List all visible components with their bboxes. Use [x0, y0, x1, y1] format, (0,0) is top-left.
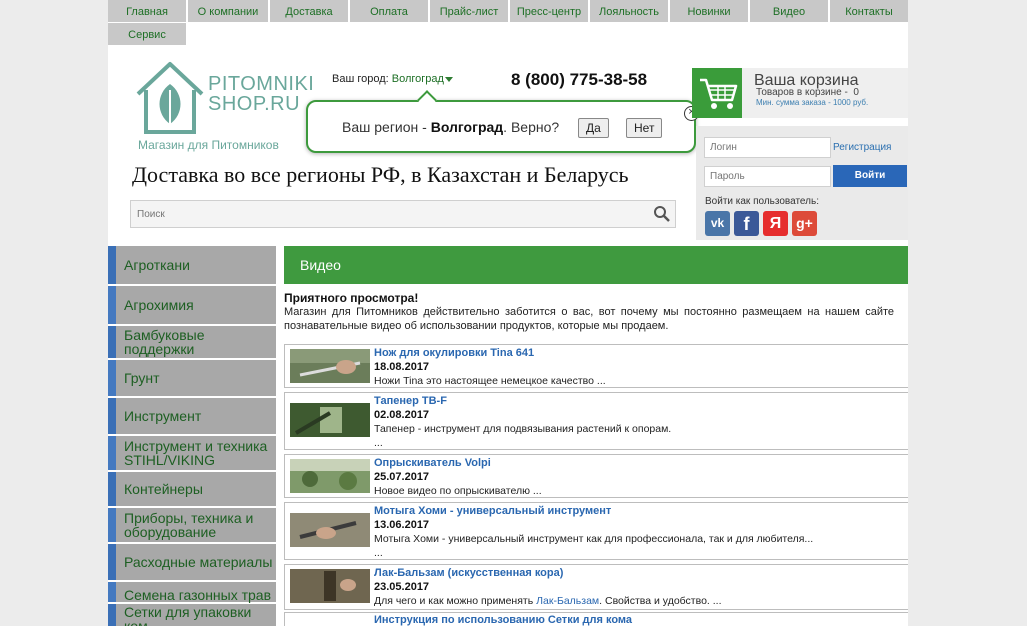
- city-label: Ваш город:: [332, 73, 389, 85]
- house-leaf-logo-icon: [136, 62, 204, 134]
- login-field[interactable]: [704, 137, 831, 158]
- region-question-suffix: . Верно?: [503, 119, 560, 135]
- cart-count-line: Товаров в корзине - 0: [756, 87, 859, 98]
- nav-new-items[interactable]: Новинки: [670, 0, 748, 22]
- site-logo[interactable]: PITOMNIKI SHOP.RU Магазин для Питомников: [134, 60, 314, 152]
- video-list-item: Лак-Бальзам (искусственная кора) 23.05.2…: [284, 564, 908, 610]
- city-value[interactable]: Волгоград: [392, 73, 444, 85]
- phone-number[interactable]: 8 (800) 775-38-58: [511, 70, 647, 90]
- video-list-item: Нож для окулировки Tina 641 18.08.2017 Н…: [284, 344, 908, 388]
- top-navigation: Главная О компании Доставка Оплата Прайс…: [108, 0, 908, 46]
- google-plus-icon[interactable]: g+: [792, 211, 817, 236]
- region-question: Ваш регион - Волгоград. Верно?: [342, 119, 559, 135]
- video-title-link[interactable]: Мотыга Хоми - универсальный инструмент: [374, 505, 611, 517]
- video-thumbnail[interactable]: [290, 513, 370, 547]
- video-description: Для чего и как можно применять Лак-Бальз…: [374, 595, 722, 607]
- city-selector[interactable]: Ваш город: Волгоград: [332, 73, 453, 85]
- sidebar-item-agrotextiles[interactable]: Агроткани: [108, 246, 276, 284]
- logo-line-1: PITOMNIKI: [208, 73, 315, 95]
- register-link[interactable]: Регистрация: [833, 142, 891, 153]
- nav-press-center[interactable]: Пресс-центр: [510, 0, 588, 22]
- video-thumbnail[interactable]: [290, 569, 370, 603]
- video-list-item: Инструкция по использованию Сетки для ко…: [284, 612, 908, 626]
- region-name: Волгоград: [430, 119, 504, 135]
- region-question-prefix: Ваш регион -: [342, 119, 431, 135]
- video-date: 25.07.2017: [374, 471, 430, 483]
- sidebar-item-stihl-viking[interactable]: Инструмент и техника STIHL/VIKING: [108, 436, 276, 470]
- cart-min-order: Мин. сумма заказа - 1000 руб.: [756, 98, 869, 107]
- video-more: ...: [374, 547, 383, 559]
- nav-contacts[interactable]: Контакты: [830, 0, 908, 22]
- video-description-text: Для чего и как можно применять: [374, 595, 537, 607]
- cart-icon-container[interactable]: [692, 68, 742, 118]
- video-title-link[interactable]: Тапенер TB-F: [374, 395, 447, 407]
- nav-service[interactable]: Сервис: [108, 23, 186, 45]
- video-date: 13.06.2017: [374, 519, 430, 531]
- logo-line-2: SHOP.RU: [208, 93, 301, 115]
- search-icon[interactable]: [653, 205, 671, 223]
- logo-wordmark: PITOMNIKI SHOP.RU: [208, 74, 314, 114]
- nav-home[interactable]: Главная: [108, 0, 186, 22]
- video-date: 02.08.2017: [374, 409, 430, 421]
- cart-widget[interactable]: Ваша корзина Товаров в корзине - 0 Мин. …: [692, 68, 908, 118]
- logo-subtitle: Магазин для Питомников: [138, 138, 279, 152]
- intro-text: Магазин для Питомников действительно заб…: [284, 306, 894, 332]
- sidebar-item-bamboo-supports[interactable]: Бамбуковые поддержки: [108, 326, 276, 358]
- video-title-link[interactable]: Нож для окулировки Tina 641: [374, 347, 534, 359]
- yandex-icon[interactable]: Я: [763, 211, 788, 236]
- page: Главная О компании Доставка Оплата Прайс…: [108, 0, 908, 626]
- sidebar-item-soil[interactable]: Грунт: [108, 360, 276, 396]
- nav-payment[interactable]: Оплата: [350, 0, 428, 22]
- cart-count-value: 0: [853, 87, 859, 98]
- video-description: Ножи Tina это настоящее немецкое качеств…: [374, 375, 606, 387]
- video-list-item: Мотыга Хоми - универсальный инструмент 1…: [284, 502, 908, 560]
- video-description: Новое видео по опрыскивателю ...: [374, 485, 542, 497]
- search-input[interactable]: [137, 206, 637, 222]
- region-no-button[interactable]: Нет: [626, 118, 663, 138]
- search-bar: [130, 200, 676, 228]
- video-description: Тапенер - инструмент для подвязывания ра…: [374, 423, 672, 435]
- cart-count-label: Товаров в корзине -: [756, 87, 848, 98]
- intro-title: Приятного просмотра!: [284, 291, 419, 305]
- delivery-tagline: Доставка во все регионы РФ, в Казахстан …: [132, 162, 629, 187]
- facebook-icon[interactable]: f: [734, 211, 759, 236]
- nav-video[interactable]: Видео: [750, 0, 828, 22]
- video-thumbnail[interactable]: [290, 459, 370, 493]
- video-title-link[interactable]: Опрыскиватель Volpi: [374, 457, 491, 469]
- region-yes-button[interactable]: Да: [578, 118, 609, 138]
- shopping-cart-icon: [700, 78, 738, 109]
- video-title-link[interactable]: Лак-Бальзам (искусственная кора): [374, 567, 563, 579]
- sidebar-item-lawn-seeds[interactable]: Семена газонных трав: [108, 582, 276, 602]
- login-panel: Регистрация Войти Войти как пользователь…: [696, 126, 908, 240]
- nav-delivery[interactable]: Доставка: [270, 0, 348, 22]
- sidebar-item-containers[interactable]: Контейнеры: [108, 472, 276, 506]
- video-description: Мотыга Хоми - универсальный инструмент к…: [374, 533, 814, 545]
- social-login-label: Войти как пользователь:: [705, 196, 819, 207]
- chevron-down-icon[interactable]: [444, 76, 453, 82]
- login-button[interactable]: Войти: [833, 165, 907, 187]
- sidebar-item-agrochemistry[interactable]: Агрохимия: [108, 286, 276, 324]
- video-list-item: Опрыскиватель Volpi 25.07.2017 Новое вид…: [284, 454, 908, 498]
- sidebar-item-devices[interactable]: Приборы, техника и оборудование: [108, 508, 276, 542]
- sidebar-item-tools[interactable]: Инструмент: [108, 398, 276, 434]
- popup-pointer: [417, 90, 437, 110]
- sidebar-item-consumables[interactable]: Расходные материалы: [108, 544, 276, 580]
- region-confirm-popup: Ваш регион - Волгоград. Верно? Да Нет: [306, 90, 696, 153]
- nav-about[interactable]: О компании: [188, 0, 268, 22]
- video-date: 18.08.2017: [374, 361, 430, 373]
- video-date: 23.05.2017: [374, 581, 430, 593]
- nav-price-list[interactable]: Прайс-лист: [430, 0, 508, 22]
- sidebar-item-packing-nets[interactable]: Сетки для упаковки ком...: [108, 604, 276, 626]
- video-thumbnail[interactable]: [290, 403, 370, 437]
- video-title-link[interactable]: Инструкция по использованию Сетки для ко…: [374, 614, 632, 626]
- video-list-item: Тапенер TB-F 02.08.2017 Тапенер - инстру…: [284, 392, 908, 450]
- video-thumbnail[interactable]: [290, 349, 370, 383]
- video-more: ...: [374, 437, 383, 449]
- nav-loyalty[interactable]: Лояльность: [590, 0, 668, 22]
- lac-balsam-link[interactable]: Лак-Бальзам: [536, 595, 599, 607]
- page-title: Видео: [284, 246, 908, 284]
- vk-icon[interactable]: vk: [705, 211, 730, 236]
- password-field[interactable]: [704, 166, 831, 187]
- video-description-tail: . Свойства и удобство. ...: [599, 595, 722, 607]
